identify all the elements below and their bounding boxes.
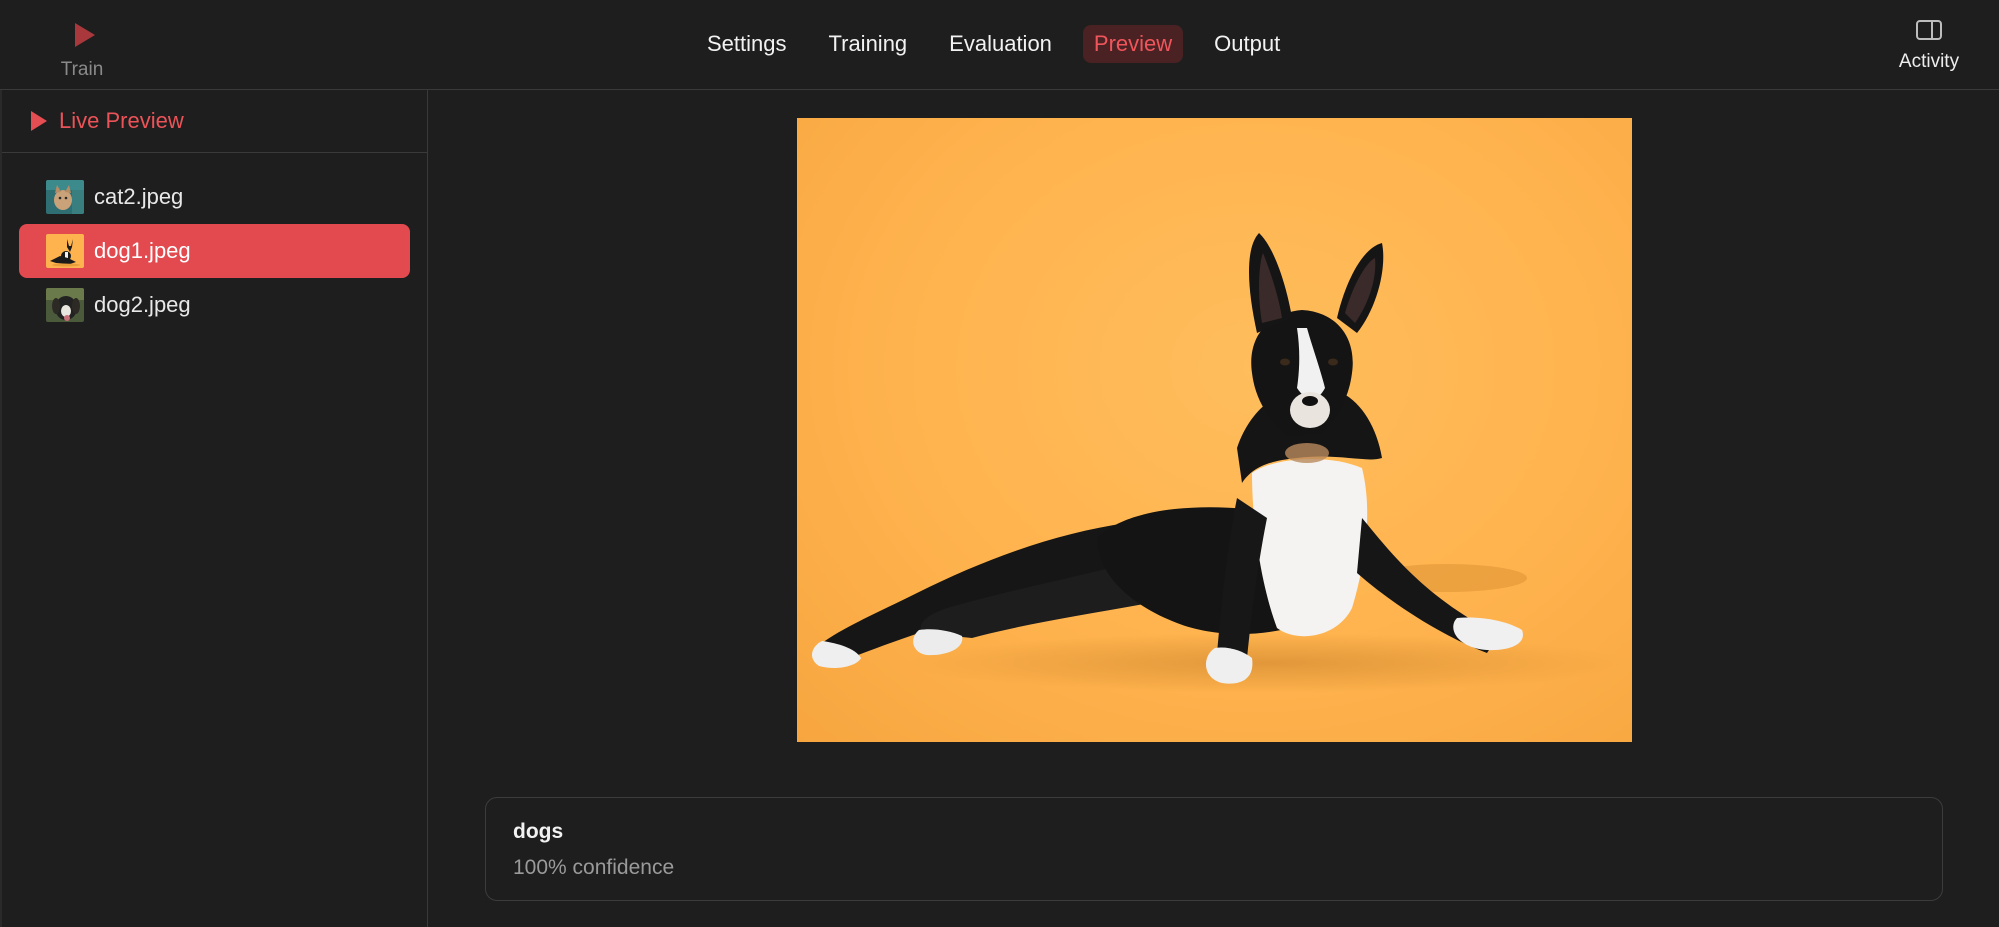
activity-label: Activity <box>1898 51 1960 72</box>
play-icon <box>31 111 47 131</box>
live-preview-header[interactable]: Live Preview <box>2 90 427 153</box>
prediction-confidence: 100% confidence <box>513 856 675 879</box>
toolbar: Train Settings Training Evaluation Previ… <box>0 0 1999 90</box>
prediction-card: dogs 100% confidence <box>485 797 1943 901</box>
file-name: dog1.jpeg <box>94 238 191 263</box>
app-window: Train Settings Training Evaluation Previ… <box>0 0 1999 927</box>
file-item-dog2[interactable]: dog2.jpeg <box>19 278 410 332</box>
tab-training[interactable]: Training <box>818 25 919 63</box>
preview-image <box>797 118 1632 742</box>
play-icon <box>75 23 95 47</box>
file-name: dog2.jpeg <box>94 292 191 317</box>
dog-thumbnail <box>46 234 84 268</box>
file-item-dog1[interactable]: dog1.jpeg <box>19 224 410 278</box>
sidebar-toggle-icon <box>1916 20 1942 40</box>
file-item-cat2[interactable]: cat2.jpeg <box>19 170 410 224</box>
tab-preview[interactable]: Preview <box>1082 25 1184 63</box>
preview-pane: dogs 100% confidence <box>428 90 1999 927</box>
activity-button[interactable]: Activity <box>1889 20 1969 84</box>
dog-thumbnail <box>46 288 84 322</box>
train-label: Train <box>60 59 104 80</box>
live-preview-label: Live Preview <box>59 108 184 133</box>
cat-thumbnail <box>46 180 84 214</box>
train-button[interactable]: Train <box>50 14 114 84</box>
file-name: cat2.jpeg <box>94 184 184 209</box>
tab-evaluation[interactable]: Evaluation <box>938 25 1063 63</box>
file-list: cat2.jpeg dog1.jpeg dog2.jpeg <box>2 170 427 332</box>
tab-settings[interactable]: Settings <box>696 25 798 63</box>
tab-bar: Settings Training Evaluation Preview Out… <box>696 25 1311 63</box>
sidebar: Live Preview cat2.jpeg dog1.jpeg dog2.jp… <box>0 90 428 927</box>
tab-output[interactable]: Output <box>1203 25 1291 63</box>
prediction-label: dogs <box>513 820 564 843</box>
